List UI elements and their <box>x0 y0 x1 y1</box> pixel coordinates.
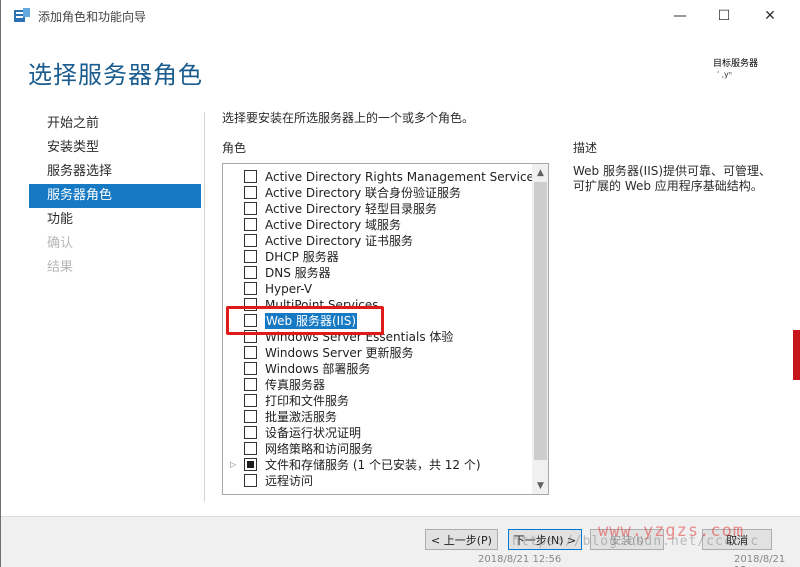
nav-item-installation-type[interactable]: 安装类型 <box>29 136 201 160</box>
role-checkbox[interactable] <box>244 282 257 295</box>
previous-button[interactable]: < 上一步(P) <box>425 529 498 550</box>
minimize-button[interactable]: — <box>657 0 703 31</box>
role-row[interactable]: Windows 部署服务 <box>223 361 532 377</box>
annotation-highlight-box <box>226 306 384 335</box>
description-heading: 描述 <box>573 141 598 155</box>
role-label: 批量激活服务 <box>265 410 338 424</box>
wizard-window: 添加角色和功能向导 — ☐ ✕ 选择服务器角色 目标服务器 ˈ ˌyⁿ 开始之前… <box>0 0 800 567</box>
nav-item-before-you-begin[interactable]: 开始之前 <box>29 112 201 136</box>
role-row[interactable]: Active Directory 轻型目录服务 <box>223 201 532 217</box>
role-checkbox[interactable] <box>244 362 257 375</box>
role-checkbox[interactable] <box>244 410 257 423</box>
role-label: 打印和文件服务 <box>265 394 350 408</box>
description-text: Web 服务器(IIS)提供可靠、可管理、可扩展的 Web 应用程序基础结构。 <box>573 164 772 193</box>
role-row[interactable]: 远程访问 <box>223 473 532 489</box>
target-server-value: ˈ ˌyⁿ <box>717 70 732 79</box>
role-checkbox[interactable] <box>244 186 257 199</box>
role-checkbox[interactable] <box>244 442 257 455</box>
window-title: 添加角色和功能向导 <box>38 10 147 24</box>
close-icon: ✕ <box>764 7 776 24</box>
role-label: Active Directory Rights Management Servi… <box>265 170 541 184</box>
role-row[interactable]: 网络策略和访问服务 <box>223 441 532 457</box>
background-timestamp-left: 2018/8/21 12:56 <box>478 554 562 565</box>
role-row[interactable]: Active Directory 域服务 <box>223 217 532 233</box>
maximize-icon: ☐ <box>717 7 731 24</box>
instruction-text: 选择要安装在所选服务器上的一个或多个角色。 <box>222 111 475 125</box>
expand-arrow-icon[interactable]: ▷ <box>230 460 236 469</box>
role-row[interactable]: 批量激活服务 <box>223 409 532 425</box>
target-server-label: 目标服务器 <box>713 59 759 69</box>
role-label: DHCP 服务器 <box>265 250 339 264</box>
server-manager-icon <box>14 8 30 22</box>
role-row[interactable]: DNS 服务器 <box>223 265 532 281</box>
role-checkbox[interactable] <box>244 394 257 407</box>
role-label: Active Directory 证书服务 <box>265 234 414 248</box>
scroll-down-button[interactable]: ▼ <box>532 477 548 494</box>
role-label: 文件和存储服务 (1 个已安装，共 12 个) <box>265 458 481 472</box>
roles-heading: 角色 <box>222 141 247 155</box>
page-title: 选择服务器角色 <box>28 61 203 89</box>
role-label: Hyper-V <box>265 282 313 296</box>
role-label: DNS 服务器 <box>265 266 331 280</box>
scroll-thumb[interactable] <box>534 182 547 460</box>
role-checkbox[interactable] <box>244 378 257 391</box>
role-row[interactable]: Active Directory 联合身份验证服务 <box>223 185 532 201</box>
role-row[interactable]: 设备运行状况证明 <box>223 425 532 441</box>
role-checkbox[interactable] <box>244 426 257 439</box>
role-label: 传真服务器 <box>265 378 326 392</box>
role-label: Active Directory 联合身份验证服务 <box>265 186 462 200</box>
close-button[interactable]: ✕ <box>747 0 793 31</box>
scroll-up-button[interactable]: ▲ <box>532 164 548 181</box>
minimize-icon: — <box>673 7 687 24</box>
role-row[interactable]: 传真服务器 <box>223 377 532 393</box>
role-checkbox[interactable] <box>244 346 257 359</box>
role-checkbox[interactable] <box>244 474 257 487</box>
nav-divider <box>204 112 205 502</box>
role-label: Active Directory 轻型目录服务 <box>265 202 438 216</box>
role-row[interactable]: Active Directory Rights Management Servi… <box>223 169 540 185</box>
role-checkbox[interactable] <box>244 202 257 215</box>
role-label: 设备运行状况证明 <box>265 426 362 440</box>
role-row[interactable]: Active Directory 证书服务 <box>223 233 532 249</box>
role-label: 远程访问 <box>265 474 314 488</box>
role-label: Windows Server 更新服务 <box>265 346 414 360</box>
chevron-up-icon: ▲ <box>537 167 544 178</box>
wizard-nav: 开始之前 安装类型 服务器选择 服务器角色 功能 确认 结果 <box>29 112 201 280</box>
nav-item-results: 结果 <box>47 260 74 275</box>
chevron-down-icon: ▼ <box>537 480 544 491</box>
role-row[interactable]: DHCP 服务器 <box>223 249 532 265</box>
title-bar[interactable]: 添加角色和功能向导 — ☐ ✕ <box>1 0 800 31</box>
background-window-edge <box>793 330 800 380</box>
role-row[interactable]: ▷ 文件和存储服务 (1 个已安装，共 12 个) <box>223 457 532 473</box>
nav-item-confirmation: 确认 <box>47 236 74 251</box>
role-checkbox[interactable] <box>244 218 257 231</box>
nav-item-server-roles[interactable]: 服务器角色 <box>29 184 201 208</box>
role-checkbox[interactable] <box>244 170 257 183</box>
nav-item-server-selection[interactable]: 服务器选择 <box>29 160 201 184</box>
nav-item-features[interactable]: 功能 <box>29 208 201 232</box>
role-label: Active Directory 域服务 <box>265 218 402 232</box>
role-label: 网络策略和访问服务 <box>265 442 374 456</box>
role-row[interactable]: Windows Server 更新服务 <box>223 345 532 361</box>
roles-scrollbar[interactable]: ▲ ▼ <box>532 164 548 494</box>
role-label: Windows 部署服务 <box>265 362 371 376</box>
role-row[interactable]: 打印和文件服务 <box>223 393 532 409</box>
role-checkbox[interactable] <box>244 250 257 263</box>
role-checkbox[interactable] <box>244 458 257 471</box>
role-row[interactable]: Hyper-V <box>223 281 532 297</box>
maximize-button[interactable]: ☐ <box>701 0 747 31</box>
background-timestamp-right: 2018/8/21 12 <box>734 554 786 567</box>
role-checkbox[interactable] <box>244 266 257 279</box>
role-checkbox[interactable] <box>244 234 257 247</box>
watermark-blog: https://blog.csdn.net/cccccc <box>512 534 760 549</box>
